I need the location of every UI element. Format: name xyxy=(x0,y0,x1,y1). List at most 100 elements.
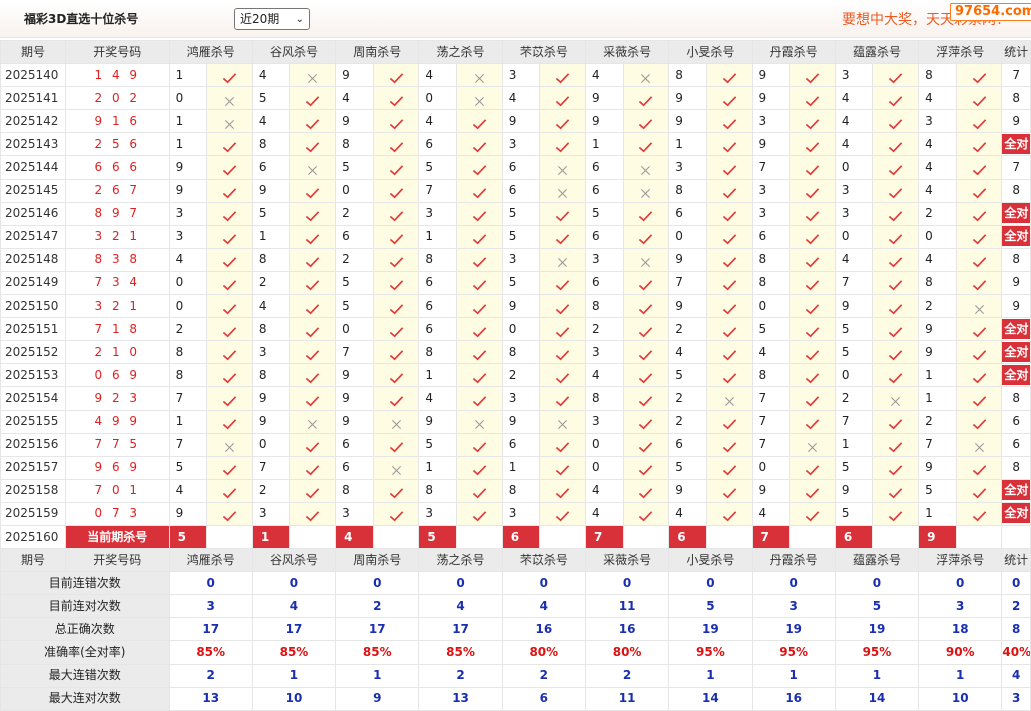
stat-value: 8 xyxy=(1012,90,1020,105)
result-mark xyxy=(539,247,586,272)
check-icon xyxy=(222,349,237,361)
result-mark xyxy=(789,86,836,111)
kill-number: 6 xyxy=(501,432,541,457)
cross-icon xyxy=(308,166,318,176)
result-mark xyxy=(872,455,920,480)
result-mark xyxy=(289,386,337,411)
blank-cell xyxy=(872,524,920,550)
check-icon xyxy=(472,165,487,176)
check-icon xyxy=(389,488,403,499)
check-icon xyxy=(306,442,320,453)
kill-number: 4 xyxy=(918,155,957,180)
stats-total: 0 xyxy=(1001,571,1031,596)
result-mark xyxy=(789,224,836,249)
draw-cell: 6 6 6 xyxy=(64,155,170,180)
kill-number: 8 xyxy=(168,340,208,365)
result-mark xyxy=(872,201,920,226)
result-mark xyxy=(539,340,586,365)
check-icon xyxy=(972,234,986,245)
kill-number: 1 xyxy=(584,132,624,157)
check-icon xyxy=(889,349,903,361)
kill-table: 期号 开奖号码 鸿雁杀号 谷风杀号 周南杀号 荡之杀号 芣苡杀号 采薇杀号 小旻杀号 丹霞杀号 蕴露… xyxy=(0,39,1031,711)
draw-cell: 2 1 0 xyxy=(64,340,170,365)
draw-cell: 0 6 9 xyxy=(64,363,170,388)
check-icon xyxy=(389,165,403,176)
stats-value: 0 xyxy=(668,571,753,596)
kill-number: 3 xyxy=(584,340,624,365)
stats-value: 19 xyxy=(668,617,753,642)
kill-number: 0 xyxy=(335,317,374,342)
blank-cell xyxy=(789,524,836,550)
check-icon xyxy=(889,188,903,199)
kill-number: 5 xyxy=(335,155,374,180)
result-mark xyxy=(622,501,670,526)
col-expert: 芣苡杀号 xyxy=(501,39,586,65)
kill-number: 2 xyxy=(834,386,874,411)
result-mark xyxy=(206,317,253,342)
cross-icon xyxy=(391,420,401,430)
kill-number: 2 xyxy=(251,270,291,296)
check-icon xyxy=(222,373,237,384)
stats-value: 3 xyxy=(168,594,253,619)
issue-cell: 2025147 xyxy=(0,224,66,249)
result-mark xyxy=(289,109,337,134)
result-mark xyxy=(872,155,920,180)
result-mark xyxy=(539,63,586,88)
stat-cell: 8 xyxy=(1001,455,1031,480)
check-icon xyxy=(722,303,736,314)
check-icon xyxy=(889,165,903,176)
period-select[interactable]: 近20期 ⌄ xyxy=(234,8,310,30)
result-mark xyxy=(539,386,586,411)
check-icon xyxy=(805,303,820,314)
check-icon xyxy=(972,488,986,499)
kill-number: 0 xyxy=(251,432,291,457)
check-icon xyxy=(889,511,903,522)
result-mark xyxy=(872,501,920,526)
result-mark xyxy=(455,270,503,296)
stats-value: 0 xyxy=(418,571,503,596)
check-icon xyxy=(722,442,736,453)
result-mark xyxy=(372,340,420,365)
kill-number: 3 xyxy=(335,501,374,526)
check-icon xyxy=(472,488,487,499)
cross-icon xyxy=(308,420,318,430)
result-mark xyxy=(372,132,420,157)
kill-number: 4 xyxy=(668,340,707,365)
kill-number: 9 xyxy=(251,409,291,434)
kill-number: 8 xyxy=(584,294,624,319)
stats-value: 5 xyxy=(834,594,920,619)
result-mark xyxy=(955,224,1003,249)
stats-value: 4 xyxy=(501,594,586,619)
result-mark xyxy=(872,363,920,388)
result-mark xyxy=(372,178,420,203)
check-icon xyxy=(889,142,903,153)
table-row: 2025148 8 3 848283398448 xyxy=(0,247,1031,272)
result-mark xyxy=(206,109,253,134)
result-mark xyxy=(872,409,920,434)
kill-number: 5 xyxy=(834,501,874,526)
result-mark xyxy=(955,86,1003,111)
kill-number: 4 xyxy=(251,294,291,319)
stats-value: 85% xyxy=(335,640,420,665)
stats-value: 16 xyxy=(501,617,586,642)
table-row: 2025141 2 0 205404999448 xyxy=(0,86,1031,111)
kill-number: 9 xyxy=(668,86,707,111)
col-expert: 丹霞杀号 xyxy=(751,39,836,65)
check-icon xyxy=(639,303,653,314)
result-mark xyxy=(705,247,753,272)
result-mark xyxy=(539,224,586,249)
kill-number: 7 xyxy=(751,155,791,180)
kill-number: 5 xyxy=(584,201,624,226)
result-mark xyxy=(372,363,420,388)
stats-value: 85% xyxy=(418,640,503,665)
check-icon xyxy=(639,326,653,338)
check-icon xyxy=(389,119,403,130)
kill-number: 5 xyxy=(251,86,291,111)
col-expert: 蕴露杀号 xyxy=(834,548,920,573)
check-icon xyxy=(222,142,237,153)
kill-number: 8 xyxy=(668,63,707,88)
result-mark xyxy=(705,86,753,111)
current-kill-number: 5 xyxy=(168,524,208,550)
stats-value: 11 xyxy=(584,686,670,711)
stat-cell: 全对 xyxy=(1001,317,1031,342)
